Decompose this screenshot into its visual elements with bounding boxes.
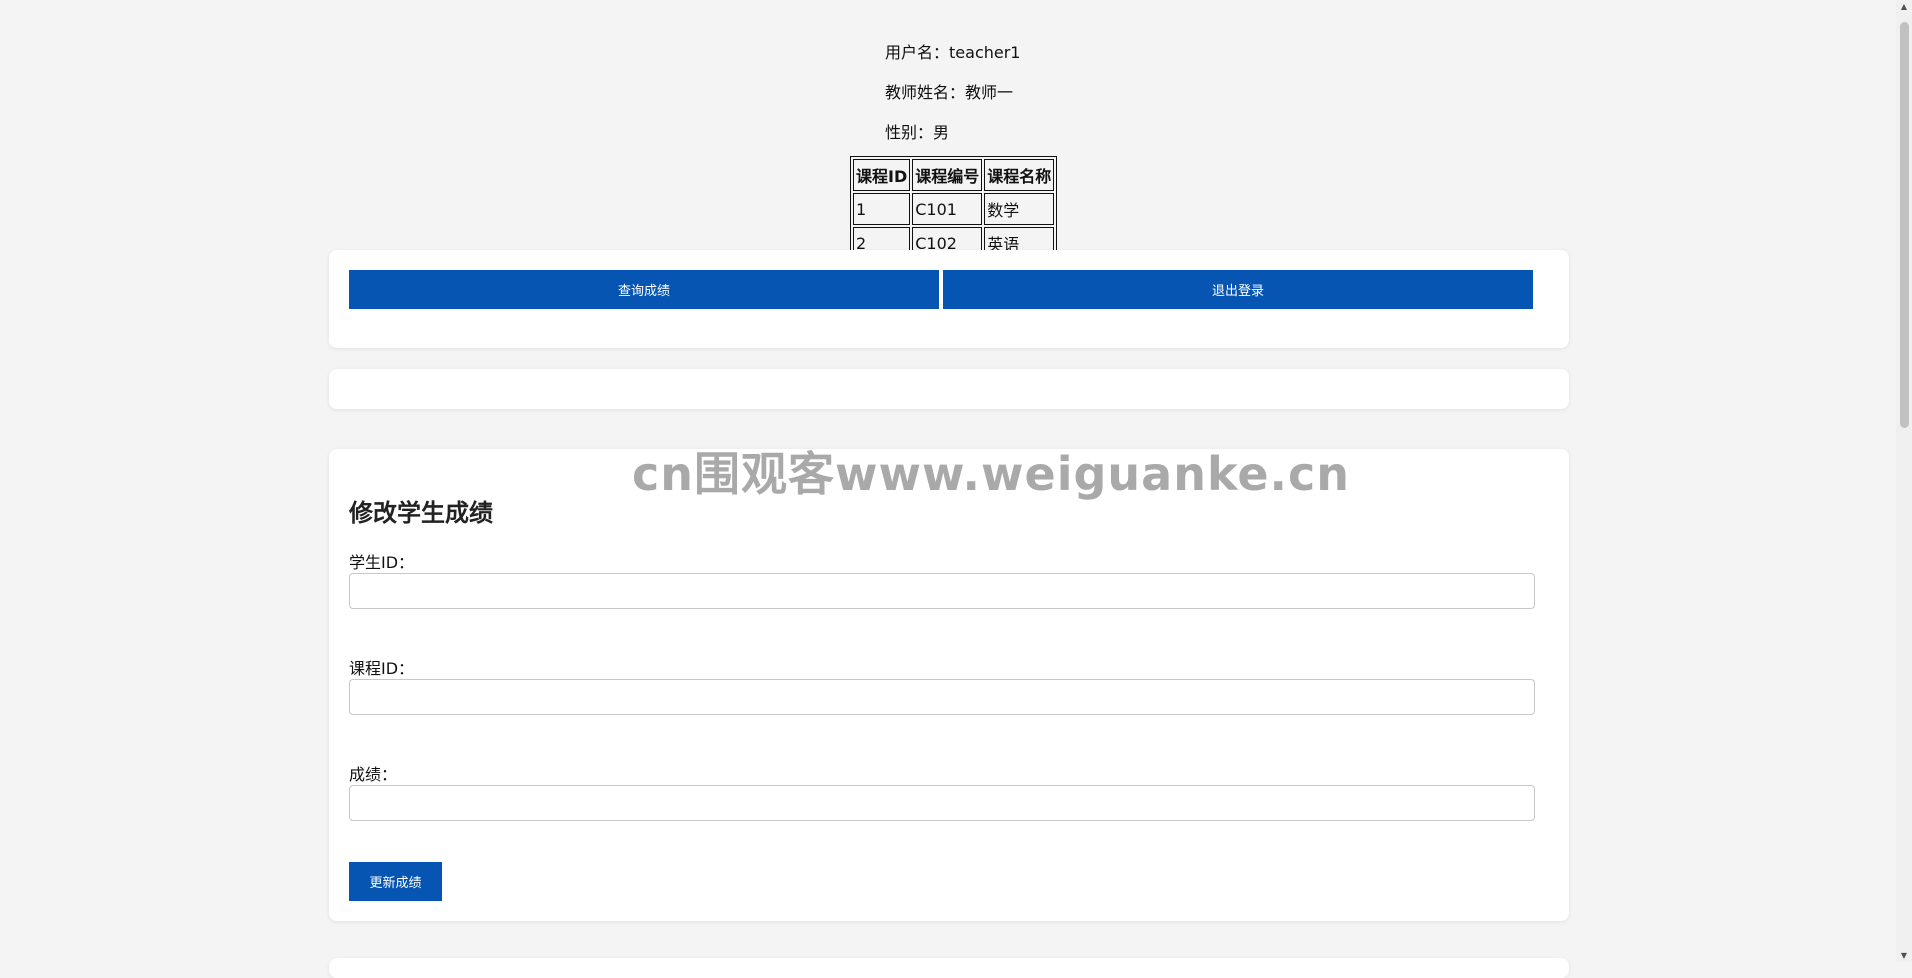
column-header-course-name: 课程名称 [984, 159, 1055, 191]
gender-value: 男 [933, 123, 950, 142]
gender-line: 性别：男 [885, 119, 949, 143]
student-id-label: 学生ID： [349, 553, 415, 572]
update-score-button[interactable]: 更新成绩 [349, 862, 442, 901]
username-line: 用户名：teacher1 [885, 39, 1020, 63]
actions-card: 查询成绩 退出登录 [329, 250, 1569, 348]
teacher-name-value: 教师一 [965, 83, 1014, 102]
update-score-form: 修改学生成绩 学生ID： 课程ID： 成绩： 更新成绩 [329, 449, 1569, 921]
course-id-label: 课程ID： [349, 659, 415, 678]
score-label: 成绩： [349, 765, 398, 784]
teacher-name-line: 教师姓名：教师一 [885, 79, 1013, 103]
query-scores-button[interactable]: 查询成绩 [349, 270, 939, 309]
next-card [329, 958, 1569, 978]
score-input[interactable] [349, 785, 1535, 821]
username-value: teacher1 [949, 43, 1021, 62]
vertical-scrollbar[interactable]: ▲ ▼ [1896, 0, 1912, 962]
cell-course-code: C101 [912, 193, 983, 225]
scrollbar-thumb[interactable] [1900, 22, 1909, 428]
username-label: 用户名： [885, 43, 950, 62]
logout-button[interactable]: 退出登录 [943, 270, 1533, 309]
column-header-course-code: 课程编号 [912, 159, 983, 191]
teacher-name-label: 教师姓名： [885, 83, 966, 102]
cell-course-name: 数学 [984, 193, 1055, 225]
cell-course-id: 1 [853, 193, 911, 225]
column-header-course-id: 课程ID [853, 159, 911, 191]
gender-label: 性别： [885, 123, 934, 142]
course-id-input[interactable] [349, 679, 1535, 715]
student-id-input[interactable] [349, 573, 1535, 609]
form-title: 修改学生成绩 [349, 499, 493, 527]
table-header-row: 课程ID 课程编号 课程名称 [853, 159, 1055, 191]
courses-table: 课程ID 课程编号 课程名称 1 C101 数学 2 C102 英语 [850, 156, 1058, 262]
scroll-down-arrow-icon[interactable]: ▼ [1900, 951, 1908, 960]
scroll-up-arrow-icon[interactable]: ▲ [1900, 2, 1908, 11]
results-card [329, 369, 1569, 409]
table-row: 1 C101 数学 [853, 193, 1055, 225]
